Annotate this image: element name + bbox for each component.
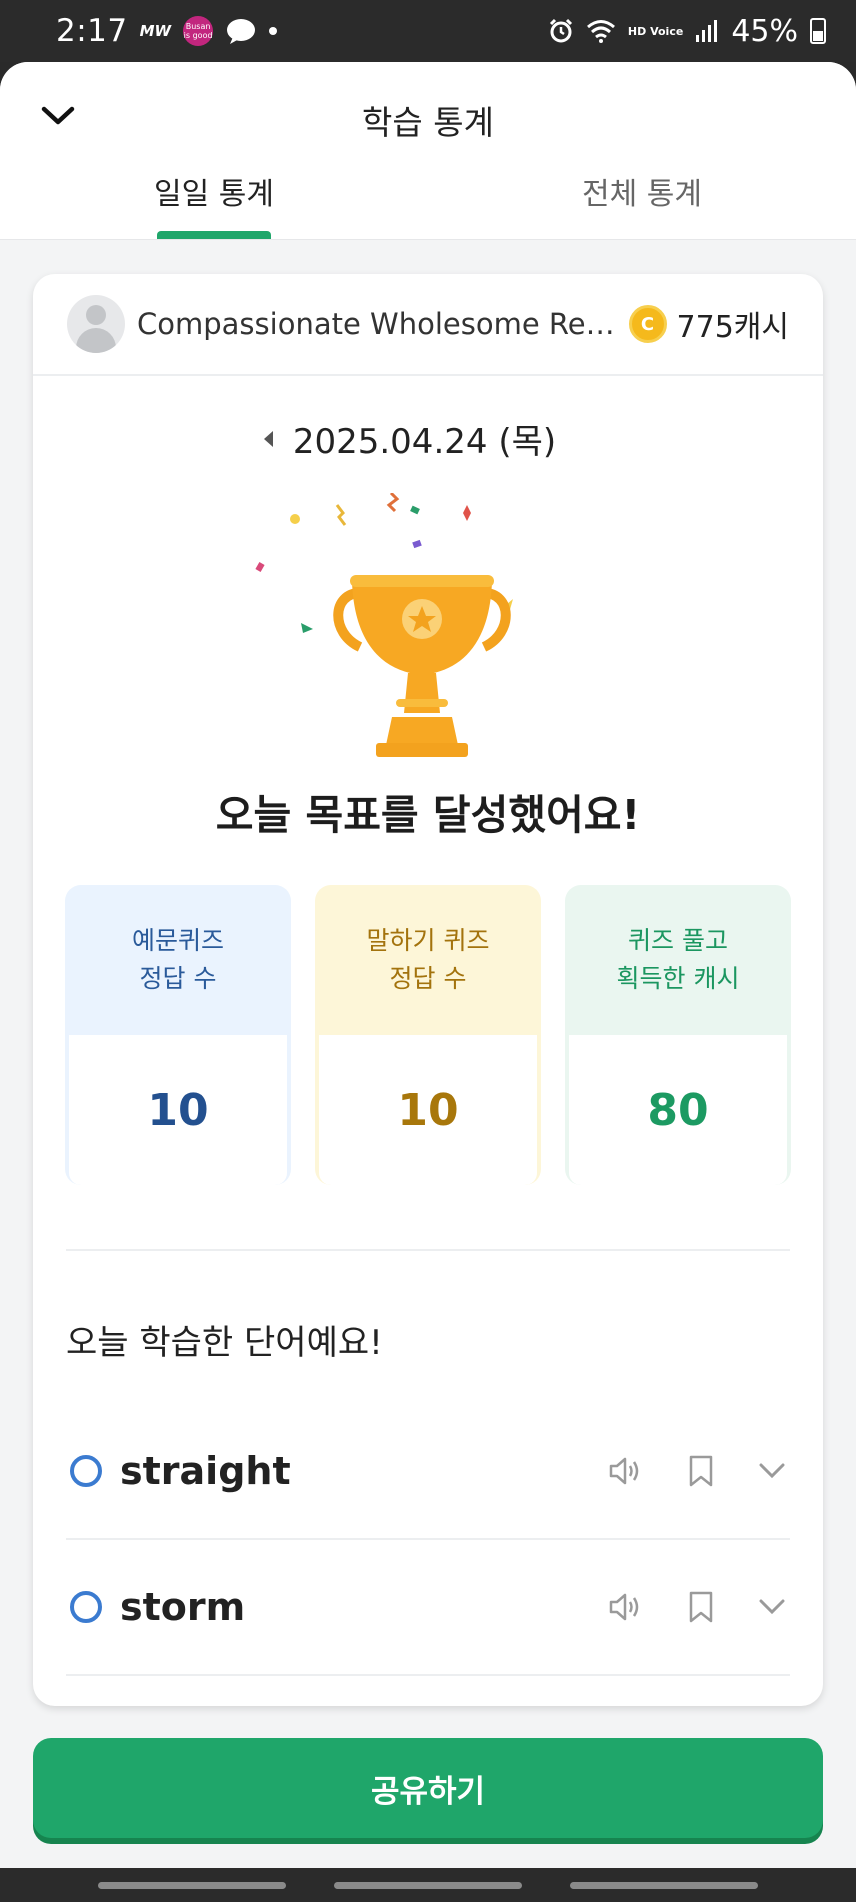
stat-value: 10	[319, 1035, 537, 1185]
cash-amount: 775캐시	[676, 310, 789, 345]
system-nav-bar	[0, 1868, 856, 1902]
tab-label: 전체 통계	[582, 177, 702, 212]
user-row: Compassionate Wholesome Reb... C 775캐시	[33, 274, 823, 376]
word-text: storm	[120, 1585, 246, 1629]
date-selector: 2025.04.24 (목)	[33, 414, 823, 463]
signal-icon	[696, 20, 718, 42]
correct-circle-icon	[70, 1455, 102, 1487]
stat-label-line2: 정답 수	[139, 964, 217, 993]
cash-balance: C 775캐시	[628, 302, 789, 346]
chat-bubble-icon	[227, 19, 256, 44]
stat-label-line1: 예문퀴즈	[131, 926, 224, 955]
bookmark-icon[interactable]	[688, 1455, 714, 1487]
status-right: HD Voice 45%	[548, 14, 826, 49]
notification-dot-icon	[269, 27, 278, 35]
wifi-icon	[586, 20, 615, 43]
word-text: straight	[120, 1449, 291, 1493]
stat-value: 80	[569, 1035, 787, 1185]
speaker-icon[interactable]	[608, 1455, 644, 1487]
trophy-illustration	[33, 493, 823, 781]
stat-label-line1: 말하기 퀴즈	[366, 926, 490, 955]
busan-app-icon: Busan is good	[183, 16, 214, 46]
word-actions	[608, 1455, 786, 1487]
share-button[interactable]: 공유하기	[33, 1738, 823, 1838]
date-label: 2025.04.24 (목)	[292, 422, 557, 462]
coin-icon: C	[628, 305, 667, 343]
tab-total-stats[interactable]: 전체 통계	[428, 157, 856, 239]
trophy-icon	[333, 575, 511, 757]
tab-label: 일일 통계	[154, 177, 274, 212]
battery-percent: 45%	[731, 13, 798, 49]
stat-label: 예문퀴즈 정답 수	[65, 885, 291, 1035]
nav-recent-handle[interactable]	[98, 1881, 286, 1889]
stat-label: 말하기 퀴즈 정답 수	[315, 885, 541, 1035]
stat-speaking-quiz: 말하기 퀴즈 정답 수 10	[315, 885, 541, 1185]
status-time: 2:17	[56, 13, 128, 49]
page-title: 학습 통계	[362, 103, 494, 142]
stat-example-quiz: 예문퀴즈 정답 수 10	[65, 885, 291, 1185]
word-actions	[608, 1591, 786, 1623]
stat-label: 퀴즈 풀고 획득한 캐시	[565, 885, 791, 1035]
tab-daily-stats[interactable]: 일일 통계	[0, 157, 428, 239]
stat-label-line2: 정답 수	[389, 964, 467, 993]
chevron-down-icon[interactable]	[758, 1462, 786, 1480]
divider	[66, 1249, 790, 1251]
stat-label-line1: 퀴즈 풀고	[628, 926, 728, 955]
bookmark-icon[interactable]	[688, 1591, 714, 1623]
daily-stats-card: Compassionate Wholesome Reb... C 775캐시 2…	[33, 274, 823, 1706]
alarm-icon	[549, 18, 572, 43]
chevron-down-icon[interactable]	[758, 1598, 786, 1616]
hd-voice-icon: HD Voice	[627, 24, 684, 38]
correct-circle-icon	[70, 1591, 102, 1623]
stats-sheet: 학습 통계 일일 통계 전체 통계 Compassionate Wholesom…	[0, 62, 856, 1868]
speaker-icon[interactable]	[608, 1591, 644, 1623]
share-button-label: 공유하기	[370, 1773, 486, 1810]
nav-home-handle[interactable]	[334, 1881, 522, 1889]
carrier-label: MW	[139, 22, 172, 40]
stats-row: 예문퀴즈 정답 수 10 말하기 퀴즈 정답 수 10 퀴즈 풀고 획득한 캐시…	[33, 885, 823, 1185]
header: 학습 통계 일일 통계 전체 통계	[0, 62, 856, 240]
tab-bar: 일일 통계 전체 통계	[0, 157, 856, 239]
word-row[interactable]: storm	[66, 1540, 790, 1676]
word-row[interactable]: straight	[66, 1404, 790, 1540]
words-section-title: 오늘 학습한 단어예요!	[66, 1323, 383, 1363]
avatar	[67, 295, 125, 353]
goal-achieved-message: 오늘 목표를 달성했어요!	[215, 791, 641, 839]
stat-label-line2: 획득한 캐시	[616, 964, 740, 993]
busan-badge-text: Busan is good	[183, 22, 213, 40]
nav-back-handle[interactable]	[570, 1881, 758, 1889]
user-name: Compassionate Wholesome Reb...	[137, 307, 617, 341]
word-list: straight storm	[33, 1404, 823, 1676]
status-left: 2:17 MW Busan is good	[56, 13, 278, 49]
battery-icon	[810, 18, 826, 44]
previous-date-icon[interactable]	[263, 430, 273, 447]
stat-value: 10	[69, 1035, 287, 1185]
status-bar: 2:17 MW Busan is good HD Voice 45%	[0, 0, 856, 62]
stat-earned-cash: 퀴즈 풀고 획득한 캐시 80	[565, 885, 791, 1185]
